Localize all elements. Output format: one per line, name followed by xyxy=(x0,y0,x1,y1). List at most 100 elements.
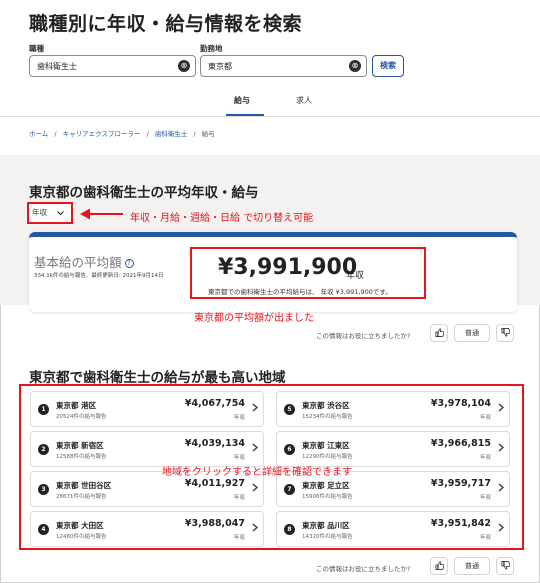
region-name: 東京都 新宿区 xyxy=(56,441,104,450)
period-select-highlight: 年収 xyxy=(27,202,73,224)
job-input-value: 歯科衛生士 xyxy=(37,62,77,71)
region-amount-unit: 年収 xyxy=(233,535,245,541)
period-select[interactable]: 年収 xyxy=(32,207,68,219)
region-amount: ¥3,988,047 xyxy=(184,518,245,529)
region-amount: ¥3,959,717 xyxy=(430,478,491,489)
chevron-right-icon xyxy=(252,403,258,412)
region-amount-unit: 年収 xyxy=(479,535,491,541)
chevron-right-icon xyxy=(252,483,258,492)
page-title: 職種別に年収・給与情報を検索 xyxy=(29,13,303,35)
chevron-right-icon xyxy=(498,483,504,492)
thumbs-up-button[interactable] xyxy=(430,557,448,575)
region-list-item[interactable]: 4 東京都 大田区 12480件の給与報告 ¥3,988,047 年収 xyxy=(30,511,264,547)
rank-badge: 5 xyxy=(284,404,295,415)
chevron-right-icon xyxy=(498,443,504,452)
average-heading: 東京都の歯科衛生士の平均年収・給与 xyxy=(29,185,259,201)
breadcrumb: ホーム / キャリアエクスプローラー / 歯科衛生士 / 給与 xyxy=(29,128,215,138)
region-list-item[interactable]: 5 東京都 渋谷区 15234件の給与報告 ¥3,978,104 年収 xyxy=(276,391,510,427)
region-list-item[interactable]: 6 東京都 江東区 12290件の給与報告 ¥3,966,815 年収 xyxy=(276,431,510,467)
tab-jobs[interactable]: 求人 xyxy=(296,95,312,106)
chevron-right-icon xyxy=(252,443,258,452)
region-amount: ¥4,067,754 xyxy=(184,398,245,409)
regions-highlight: 1 東京都 港区 20524件の給与報告 ¥4,067,754 年収 2 東京都 新宿区 12… xyxy=(19,384,524,550)
average-amount-highlight: ¥3,991,900 年収 東京都での歯科衛生士の平均給与は、 年収 ¥3,99… xyxy=(190,247,426,299)
breadcrumb-separator: / xyxy=(54,130,57,138)
region-name: 東京都 大田区 xyxy=(56,521,104,530)
neutral-feedback-button[interactable]: 普通 xyxy=(454,557,490,575)
annotation-arrow-icon xyxy=(80,208,123,220)
location-input[interactable]: 東京都 ⊗ xyxy=(200,55,367,77)
chevron-right-icon xyxy=(498,403,504,412)
thumbs-up-button[interactable] xyxy=(430,324,448,342)
amount-annotation: 東京都の平均額が出ました xyxy=(194,313,314,324)
region-amount-unit: 年収 xyxy=(233,455,245,461)
card-title: 基本給の平均額? xyxy=(34,252,134,271)
region-report-count: 12480件の給与報告 xyxy=(56,534,107,540)
job-field-label: 職種 xyxy=(29,44,44,53)
breadcrumb-job[interactable]: 歯科衛生士 xyxy=(155,130,188,138)
region-name: 東京都 渋谷区 xyxy=(302,401,350,410)
tab-salary[interactable]: 給与 xyxy=(234,95,250,106)
region-amount: ¥3,978,104 xyxy=(430,398,491,409)
neutral-feedback-button[interactable]: 普通 xyxy=(454,324,490,342)
region-name: 東京都 足立区 xyxy=(302,481,350,490)
period-annotation: 年収・月給・週給・日給 で切り替え可能 xyxy=(130,213,314,224)
feedback-question: この情報はお役に立ちましたか? xyxy=(316,565,411,573)
region-amount: ¥3,966,815 xyxy=(430,438,491,449)
regions-heading: 東京都で歯科衛生士の給与が最も高い地域 xyxy=(29,370,286,386)
region-amount: ¥3,951,842 xyxy=(430,518,491,529)
location-input-value: 東京都 xyxy=(208,62,232,71)
tab-divider xyxy=(0,116,540,117)
region-report-count: 15234件の給与報告 xyxy=(302,414,353,420)
card-subtitle: 334.1k件の給与報告、最終更新日: 2021年9月14日 xyxy=(34,273,164,279)
region-name: 東京都 江東区 xyxy=(302,441,350,450)
thumbs-up-icon xyxy=(434,328,444,337)
region-amount-unit: 年収 xyxy=(233,415,245,421)
thumbs-down-button[interactable] xyxy=(496,324,514,342)
average-salary-card: 基本給の平均額? 334.1k件の給与報告、最終更新日: 2021年9月14日 … xyxy=(29,232,517,312)
clear-icon[interactable]: ⊗ xyxy=(178,60,190,72)
rank-badge: 1 xyxy=(38,404,49,415)
chevron-right-icon xyxy=(498,523,504,532)
thumbs-down-icon xyxy=(500,328,510,337)
search-button[interactable]: 検索 xyxy=(372,55,404,77)
region-report-count: 12290件の給与報告 xyxy=(302,454,353,460)
region-name: 東京都 港区 xyxy=(56,401,97,410)
rank-badge: 3 xyxy=(38,484,49,495)
breadcrumb-current: 給与 xyxy=(201,130,215,138)
region-list-item[interactable]: 2 東京都 新宿区 12588件の給与報告 ¥4,039,134 年収 xyxy=(30,431,264,467)
regions-annotation: 地域をクリックすると詳細を確認できます xyxy=(162,467,352,478)
job-input[interactable]: 歯科衛生士 ⊗ xyxy=(29,55,196,77)
breadcrumb-separator: / xyxy=(193,130,196,138)
search-header: 職種別に年収・給与情報を検索 職種 歯科衛生士 ⊗ 勤務地 東京都 ⊗ 検索 給… xyxy=(0,0,540,155)
region-list-item[interactable]: 8 東京都 品川区 14320件の給与報告 ¥3,951,842 年収 xyxy=(276,511,510,547)
location-field-label: 勤務地 xyxy=(200,44,223,53)
breadcrumb-career-explorer[interactable]: キャリアエクスプローラー xyxy=(63,130,141,138)
average-amount: ¥3,991,900 xyxy=(218,255,358,280)
rank-badge: 2 xyxy=(38,444,49,455)
region-report-count: 12588件の給与報告 xyxy=(56,454,107,460)
breadcrumb-home[interactable]: ホーム xyxy=(29,130,48,138)
period-select-value: 年収 xyxy=(32,208,47,217)
chevron-right-icon xyxy=(252,523,258,532)
breadcrumb-separator: / xyxy=(146,130,149,138)
region-name: 東京都 品川区 xyxy=(302,521,350,530)
region-list-item[interactable]: 1 東京都 港区 20524件の給与報告 ¥4,067,754 年収 xyxy=(30,391,264,427)
region-amount-unit: 年収 xyxy=(233,495,245,501)
card-title-text: 基本給の平均額 xyxy=(34,255,122,270)
rank-badge: 4 xyxy=(38,524,49,535)
region-amount: ¥4,039,134 xyxy=(184,438,245,449)
region-amount-unit: 年収 xyxy=(479,495,491,501)
region-report-count: 20524件の給与報告 xyxy=(56,414,107,420)
thumbs-down-button[interactable] xyxy=(496,557,514,575)
average-amount-note: 東京都での歯科衛生士の平均給与は、 年収 ¥3,991,900です。 xyxy=(208,288,392,296)
rank-badge: 8 xyxy=(284,524,295,535)
thumbs-up-icon xyxy=(434,561,444,570)
rank-badge: 6 xyxy=(284,444,295,455)
clear-icon[interactable]: ⊗ xyxy=(349,60,361,72)
rank-badge: 7 xyxy=(284,484,295,495)
feedback-question: この情報はお役に立ちましたか? xyxy=(316,332,411,340)
region-amount: ¥4,011,927 xyxy=(184,478,245,489)
info-icon[interactable]: ? xyxy=(124,259,134,268)
region-report-count: 14320件の給与報告 xyxy=(302,534,353,540)
